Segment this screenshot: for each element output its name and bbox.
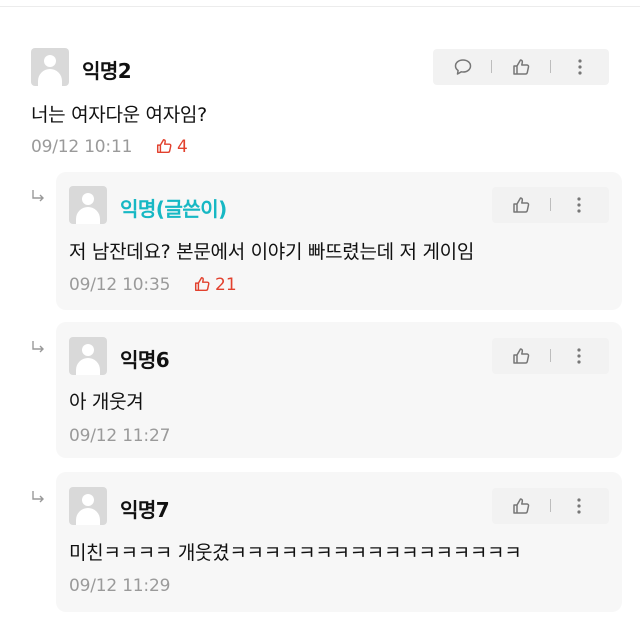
- reply-item: 익명6 아 개웃겨 09/12 11:27: [56, 322, 622, 458]
- comment-actions: [492, 187, 609, 223]
- comment-text: 미친ㅋㅋㅋㅋ 개웃겼ㅋㅋㅋㅋㅋㅋㅋㅋㅋㅋㅋㅋㅋㅋㅋㅋㅋ: [69, 542, 522, 564]
- reply-arrow-icon: [32, 190, 44, 202]
- more-icon[interactable]: [569, 496, 589, 516]
- reply-item: 익명7 미친ㅋㅋㅋㅋ 개웃겼ㅋㅋㅋㅋㅋㅋㅋㅋㅋㅋㅋㅋㅋㅋㅋㅋㅋ 09/12 11…: [56, 472, 622, 612]
- reply-item: 익명(글쓴이) 저 남잔데요? 본문에서 이야기 빠뜨렸는데 저 게이임 09/…: [56, 172, 622, 310]
- vote-number: 21: [215, 275, 237, 295]
- comment-author: 익명(글쓴이): [120, 197, 227, 221]
- comment-time: 09/12 10:11: [31, 137, 133, 157]
- more-icon[interactable]: [569, 195, 589, 215]
- avatar: [69, 487, 107, 525]
- comment-actions: [492, 488, 609, 524]
- thumbs-up-icon: [194, 276, 210, 292]
- comment-actions: [492, 338, 609, 374]
- comment-time: 09/12 11:29: [69, 576, 171, 596]
- comment-text: 아 개웃겨: [69, 391, 144, 413]
- thumbs-up-icon: [156, 138, 172, 154]
- comment-time: 09/12 11:27: [69, 426, 171, 446]
- avatar: [69, 337, 107, 375]
- vote-count[interactable]: 21: [193, 275, 237, 295]
- comment-text: 너는 여자다운 여자임?: [31, 104, 207, 126]
- thumbs-up-icon[interactable]: [511, 346, 531, 366]
- comment-author: 익명2: [82, 59, 132, 83]
- top-divider: [0, 6, 640, 7]
- comment-text: 저 남잔데요? 본문에서 이야기 빠뜨렸는데 저 게이임: [69, 241, 475, 263]
- comment-author: 익명7: [120, 498, 170, 522]
- thumbs-up-icon[interactable]: [511, 195, 531, 215]
- vote-count[interactable]: 4: [155, 137, 188, 157]
- comment-time: 09/12 10:35: [69, 275, 171, 295]
- comment-icon[interactable]: [453, 57, 473, 77]
- thumbs-up-icon[interactable]: [511, 57, 531, 77]
- avatar: [31, 48, 69, 86]
- more-icon[interactable]: [569, 346, 589, 366]
- comment-actions: [433, 49, 609, 85]
- more-icon[interactable]: [570, 57, 590, 77]
- avatar: [69, 186, 107, 224]
- comment-author: 익명6: [120, 348, 170, 372]
- vote-number: 4: [177, 137, 188, 157]
- reply-arrow-icon: [32, 341, 44, 353]
- reply-arrow-icon: [32, 491, 44, 503]
- thumbs-up-icon[interactable]: [511, 496, 531, 516]
